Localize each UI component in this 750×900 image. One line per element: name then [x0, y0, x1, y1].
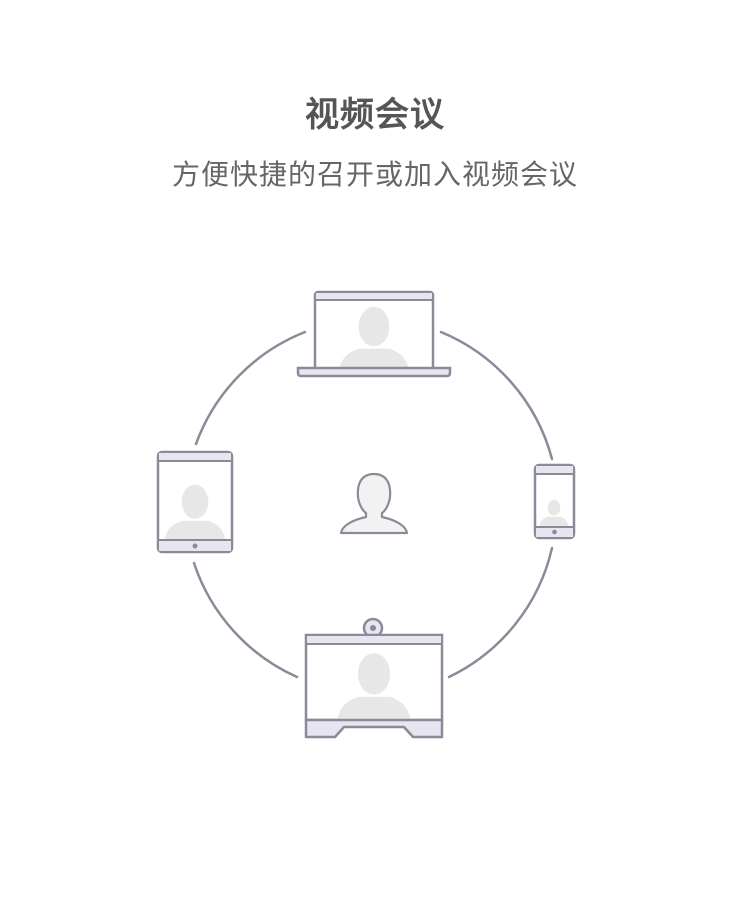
- phone-icon: [533, 463, 576, 540]
- ring-arc-top-right: [439, 330, 554, 461]
- video-conference-illustration: [156, 290, 576, 739]
- room-system-icon: [304, 617, 444, 739]
- ring-arc-top-left: [194, 330, 307, 446]
- ring-arc-bottom-right: [447, 546, 554, 679]
- laptop-icon: [296, 290, 452, 378]
- ring-arc-bottom-left: [192, 561, 299, 679]
- user-icon: [339, 472, 409, 535]
- tablet-icon: [156, 450, 234, 554]
